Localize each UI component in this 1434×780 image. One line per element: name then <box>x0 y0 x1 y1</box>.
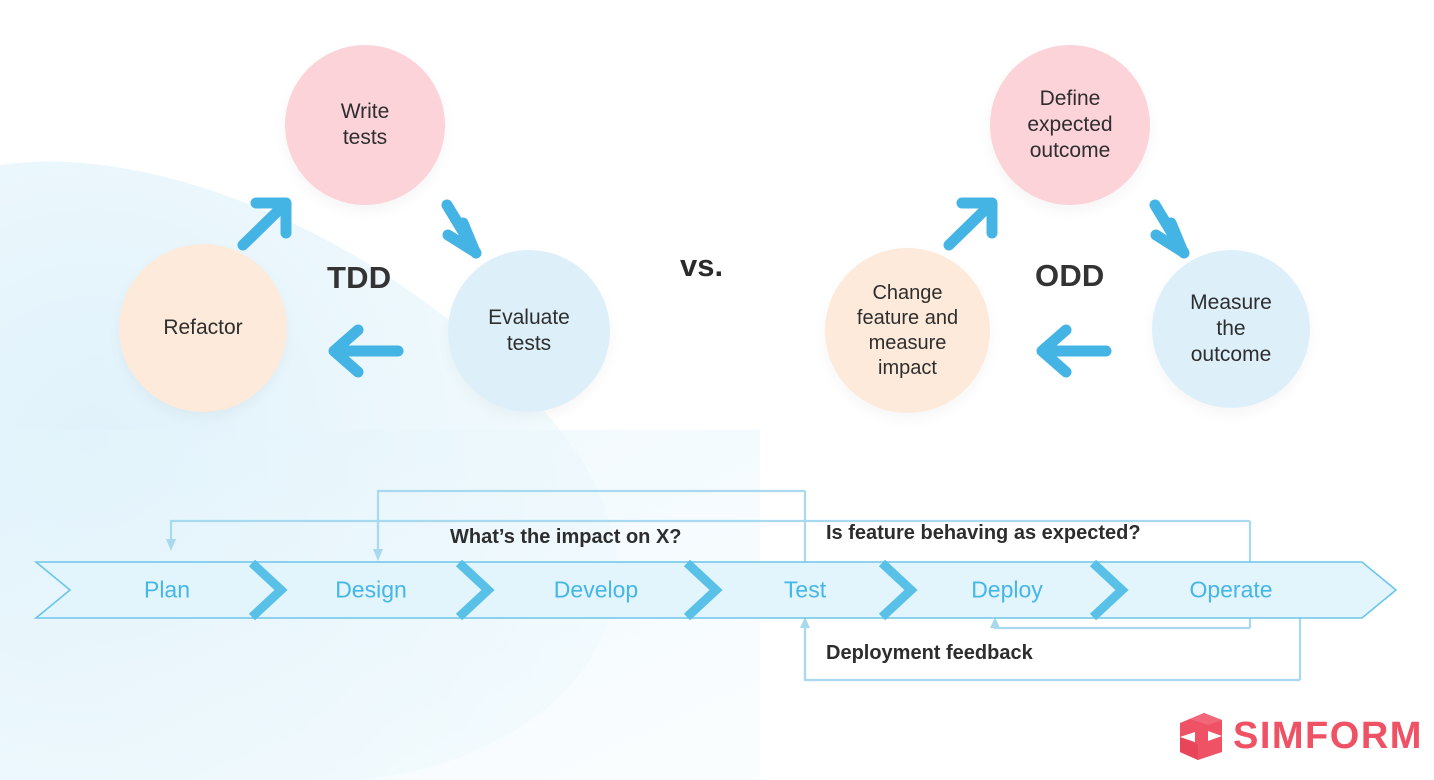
arrow-up-right-icon <box>943 197 998 251</box>
vs-label: vs. <box>680 248 724 283</box>
simform-mark-icon <box>1180 713 1222 760</box>
chevron-divider-4 <box>878 559 918 621</box>
cycle-label-odd: ODD <box>1035 258 1105 293</box>
simform-wordmark: SIMFORM <box>1233 714 1423 757</box>
arrow-left-icon <box>1036 324 1112 378</box>
node-refactor: Refactor <box>119 244 287 412</box>
node-change-feature-and-measure-impact: Change feature and measure impact <box>825 248 990 413</box>
loop-label-deployment-feedback: Deployment feedback <box>826 642 1033 664</box>
chevron-divider-2 <box>455 559 495 621</box>
node-define-expected-outcome: Define expected outcome <box>990 45 1150 205</box>
arrow-up-right-icon <box>237 197 292 251</box>
pipeline-stage-deploy[interactable]: Deploy <box>971 577 1043 604</box>
node-write-tests: Write tests <box>285 45 445 205</box>
chevron-divider-1 <box>248 559 288 621</box>
diagram-canvas: Write tests Evaluate tests Refactor TDD … <box>0 0 1434 780</box>
chevron-divider-3 <box>683 559 723 621</box>
node-label: Evaluate tests <box>488 305 570 355</box>
arrow-down-right-icon <box>1149 199 1190 259</box>
arrow-down-right-icon <box>441 199 482 259</box>
pipeline-stage-test[interactable]: Test <box>784 577 826 604</box>
node-measure-the-outcome: Measure the outcome <box>1152 250 1310 408</box>
pipeline-stage-develop[interactable]: Develop <box>554 577 638 604</box>
deployment-feedback-short-path <box>990 617 1250 630</box>
simform-logo[interactable]: SIMFORM <box>1178 711 1423 761</box>
arrow-left-icon <box>328 324 404 378</box>
cycle-label-tdd: TDD <box>327 260 392 295</box>
node-label: Change feature and measure impact <box>856 281 959 379</box>
node-evaluate-tests: Evaluate tests <box>448 250 610 412</box>
loop-label-impact: What’s the impact on X? <box>450 526 682 548</box>
node-label: Measure the outcome <box>1190 290 1272 367</box>
pipeline-stage-plan[interactable]: Plan <box>144 577 190 604</box>
pipeline-stage-design[interactable]: Design <box>335 577 407 604</box>
node-label: Define expected outcome <box>1027 86 1113 163</box>
node-label: Write tests <box>340 99 390 149</box>
node-label: Refactor <box>163 315 243 339</box>
chevron-divider-5 <box>1089 559 1129 621</box>
pipeline-stage-operate[interactable]: Operate <box>1189 577 1272 604</box>
loop-label-behaving: Is feature behaving as expected? <box>826 522 1141 544</box>
